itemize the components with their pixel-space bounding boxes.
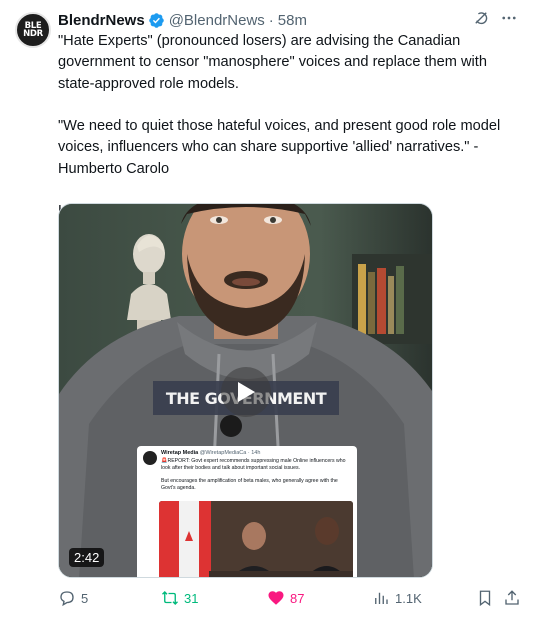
tweet: BLE NDR BlendrNews @BlendrNews · 58m "Ha… [0,0,534,617]
share-button[interactable] [503,588,526,608]
reply-button[interactable]: 5 [58,588,88,608]
tweet-text: "Hate Experts" (pronounced losers) are a… [58,31,520,223]
author-handle[interactable]: @BlendrNews [169,12,265,29]
embedded-author: Wiretap Media @WiretapMediaCa · 14h [161,450,260,456]
embedded-image [159,501,353,577]
bookmark-icon [479,590,491,607]
reply-icon [60,591,74,607]
author-name[interactable]: BlendrNews [58,12,145,29]
action-bar: 5 31 87 1.1K [58,588,524,610]
avatar[interactable]: BLE NDR [15,12,51,48]
play-icon [238,382,255,402]
play-button[interactable] [221,367,271,417]
views-button[interactable]: 1.1K [372,588,422,608]
embedded-photo [159,501,353,577]
more-icon[interactable] [500,9,518,27]
tweet-paragraph-1: "Hate Experts" (pronounced losers) are a… [58,33,487,92]
embedded-text-1: 🚨REPORT: Govt expert recommends suppress… [161,458,346,471]
tweet-header: BlendrNews @BlendrNews · 58m [58,11,307,29]
like-icon [268,591,284,605]
embedded-avatar [143,451,157,465]
views-icon [375,592,388,604]
header-actions [472,9,518,27]
embedded-post-card: Wiretap Media @WiretapMediaCa · 14h 🚨REP… [137,446,357,577]
post-time[interactable]: 58m [278,12,307,29]
bookmark-button[interactable] [476,588,499,608]
embedded-author-name: Wiretap Media [161,450,199,456]
reply-count: 5 [81,590,89,606]
tweet-paragraph-2: "We need to quiet those hateful voices, … [58,118,501,177]
video-player[interactable]: THE GOVERNMENT Wiretap Media @WiretapMed… [58,203,433,578]
embedded-author-handle: @WiretapMediaCa · 14h [199,450,261,456]
like-button[interactable]: 87 [267,588,304,608]
avatar-text-line2: NDR [23,29,43,39]
repost-button[interactable]: 31 [161,588,198,608]
separator-dot: · [268,11,274,29]
repost-icon [162,591,178,605]
grok-icon[interactable] [472,9,490,27]
view-count: 1.1K [395,590,422,606]
verified-badge-icon [148,12,164,28]
share-icon [505,590,519,605]
embedded-text-2: But encourages the amplification of beta… [161,478,338,491]
like-count: 87 [290,590,305,606]
video-duration: 2:42 [69,548,105,567]
repost-count: 31 [184,590,199,606]
